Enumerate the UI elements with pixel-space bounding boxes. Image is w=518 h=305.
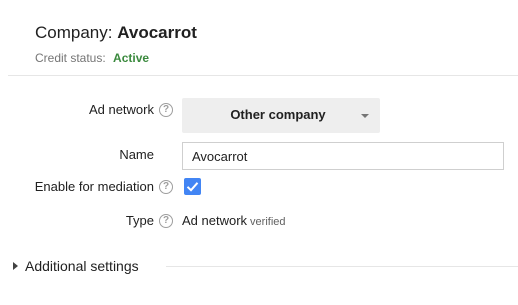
name-input[interactable] xyxy=(182,142,504,170)
credit-status: Credit status: Active xyxy=(35,50,197,66)
type-value: Ad network verified xyxy=(182,212,286,231)
company-title: Company: Avocarrot xyxy=(35,22,197,44)
type-value-text: Ad network xyxy=(182,213,248,228)
help-circle-icon[interactable]: ? xyxy=(159,103,173,117)
credit-status-value: Active xyxy=(113,51,150,65)
ad-network-row: Ad network ? Other company xyxy=(0,98,518,134)
company-label: Company: xyxy=(35,23,113,42)
help-circle-icon[interactable]: ? xyxy=(159,180,173,194)
company-header: Company: Avocarrot Credit status: Active xyxy=(35,22,197,66)
company-name: Avocarrot xyxy=(117,23,197,42)
ad-network-label: Ad network xyxy=(88,102,154,117)
additional-settings-label: Additional settings xyxy=(25,258,139,274)
dropdown-arrow-icon xyxy=(361,114,369,118)
credit-status-label: Credit status: xyxy=(35,51,106,65)
caret-right-icon xyxy=(13,262,18,270)
mediation-checkbox[interactable] xyxy=(184,178,201,195)
type-label: Type xyxy=(125,213,154,228)
ad-network-dropdown[interactable]: Other company xyxy=(182,98,380,133)
additional-settings-divider xyxy=(166,266,518,267)
header-divider xyxy=(8,75,518,76)
name-label: Name xyxy=(119,147,154,162)
ad-network-selected: Other company xyxy=(230,107,326,122)
type-row: Type ? Ad network verified xyxy=(0,211,518,231)
mediation-label: Enable for mediation xyxy=(34,179,154,194)
type-verified-suffix: verified xyxy=(250,216,286,228)
help-circle-icon[interactable]: ? xyxy=(159,214,173,228)
checkmark-icon xyxy=(186,182,199,192)
additional-settings-toggle[interactable]: Additional settings xyxy=(13,257,518,277)
mediation-row: Enable for mediation ? xyxy=(0,177,518,197)
name-row: Name xyxy=(0,142,518,170)
